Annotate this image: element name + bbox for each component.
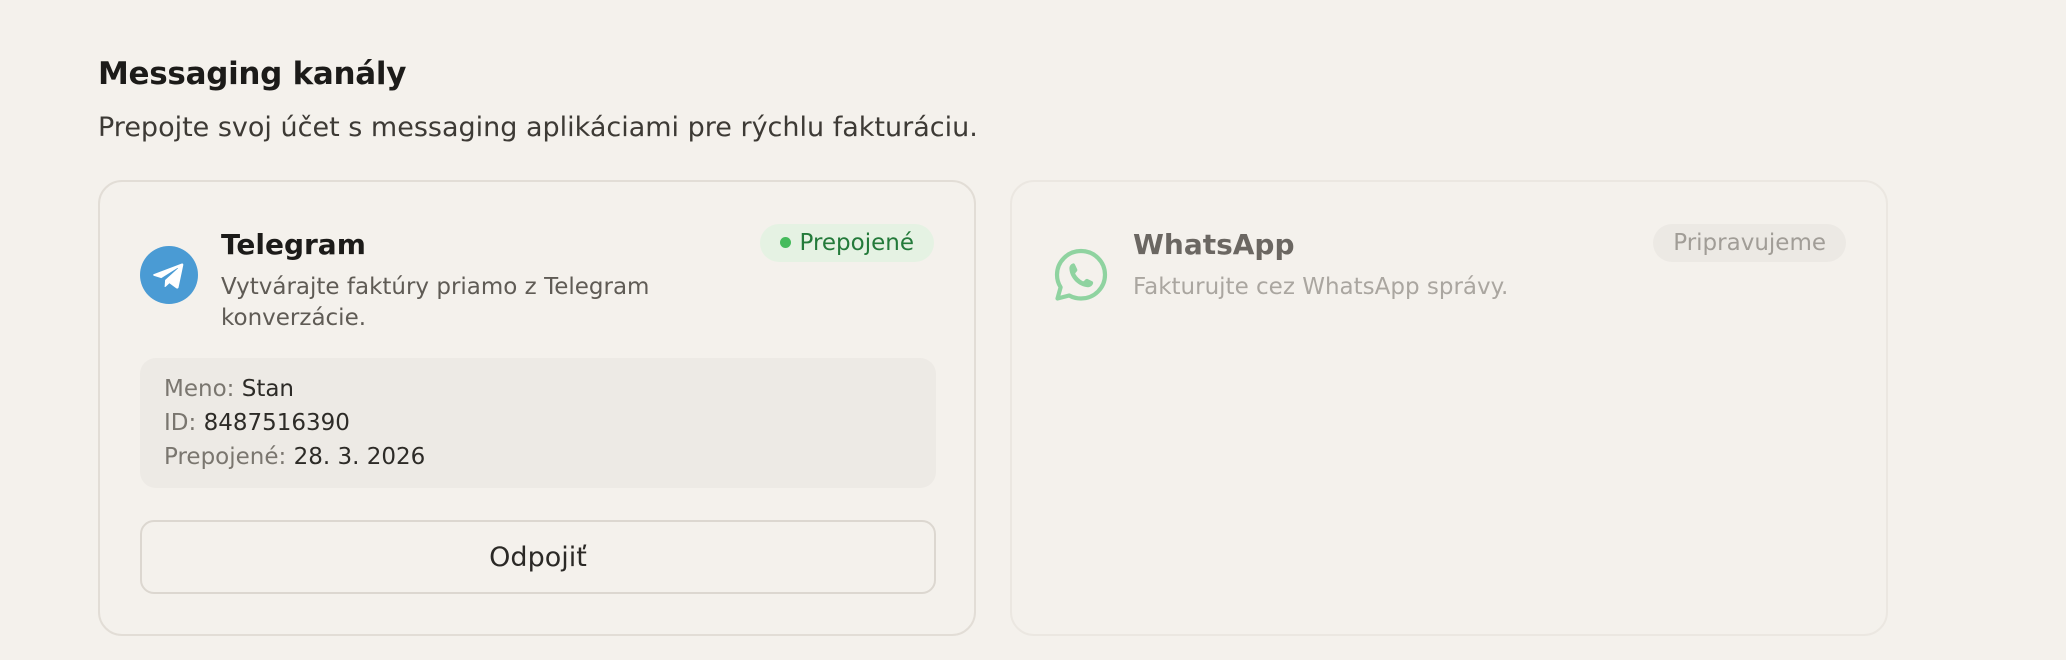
whatsapp-icon bbox=[1054, 248, 1108, 301]
whatsapp-card: WhatsApp Fakturujte cez WhatsApp správy.… bbox=[1010, 180, 1888, 636]
status-dot-icon bbox=[780, 237, 792, 248]
telegram-account-info: Meno: Stan ID: 8487516390 Prepojené: 28.… bbox=[140, 358, 936, 488]
info-row-connected: Prepojené: 28. 3. 2026 bbox=[164, 440, 912, 474]
info-value-id: 8487516390 bbox=[203, 410, 350, 436]
section-title: Messaging kanály bbox=[98, 56, 407, 92]
status-badge-connected: Prepojené bbox=[760, 224, 934, 262]
info-value-name: Stan bbox=[241, 376, 295, 402]
info-row-name: Meno: Stan bbox=[164, 372, 912, 406]
info-label-connected: Prepojené: bbox=[164, 444, 287, 470]
info-row-id: ID: 8487516390 bbox=[164, 406, 912, 440]
status-badge-label: Prepojené bbox=[799, 230, 914, 256]
telegram-icon bbox=[140, 246, 198, 304]
info-value-connected: 28. 3. 2026 bbox=[293, 444, 426, 470]
whatsapp-name: WhatsApp bbox=[1133, 228, 1295, 261]
disconnect-button[interactable]: Odpojiť bbox=[140, 520, 936, 594]
telegram-name: Telegram bbox=[221, 228, 366, 261]
telegram-card: Telegram Vytvárajte faktúry priamo z Tel… bbox=[98, 180, 976, 636]
info-label-id: ID: bbox=[164, 410, 197, 436]
whatsapp-description: Fakturujte cez WhatsApp správy. bbox=[1133, 274, 1509, 300]
section-description: Prepojte svoj účet s messaging aplikácia… bbox=[98, 112, 978, 143]
status-badge-coming-soon: Pripravujeme bbox=[1653, 224, 1846, 262]
info-label-name: Meno: bbox=[164, 376, 235, 402]
telegram-description: Vytvárajte faktúry priamo z Telegram kon… bbox=[221, 274, 650, 331]
